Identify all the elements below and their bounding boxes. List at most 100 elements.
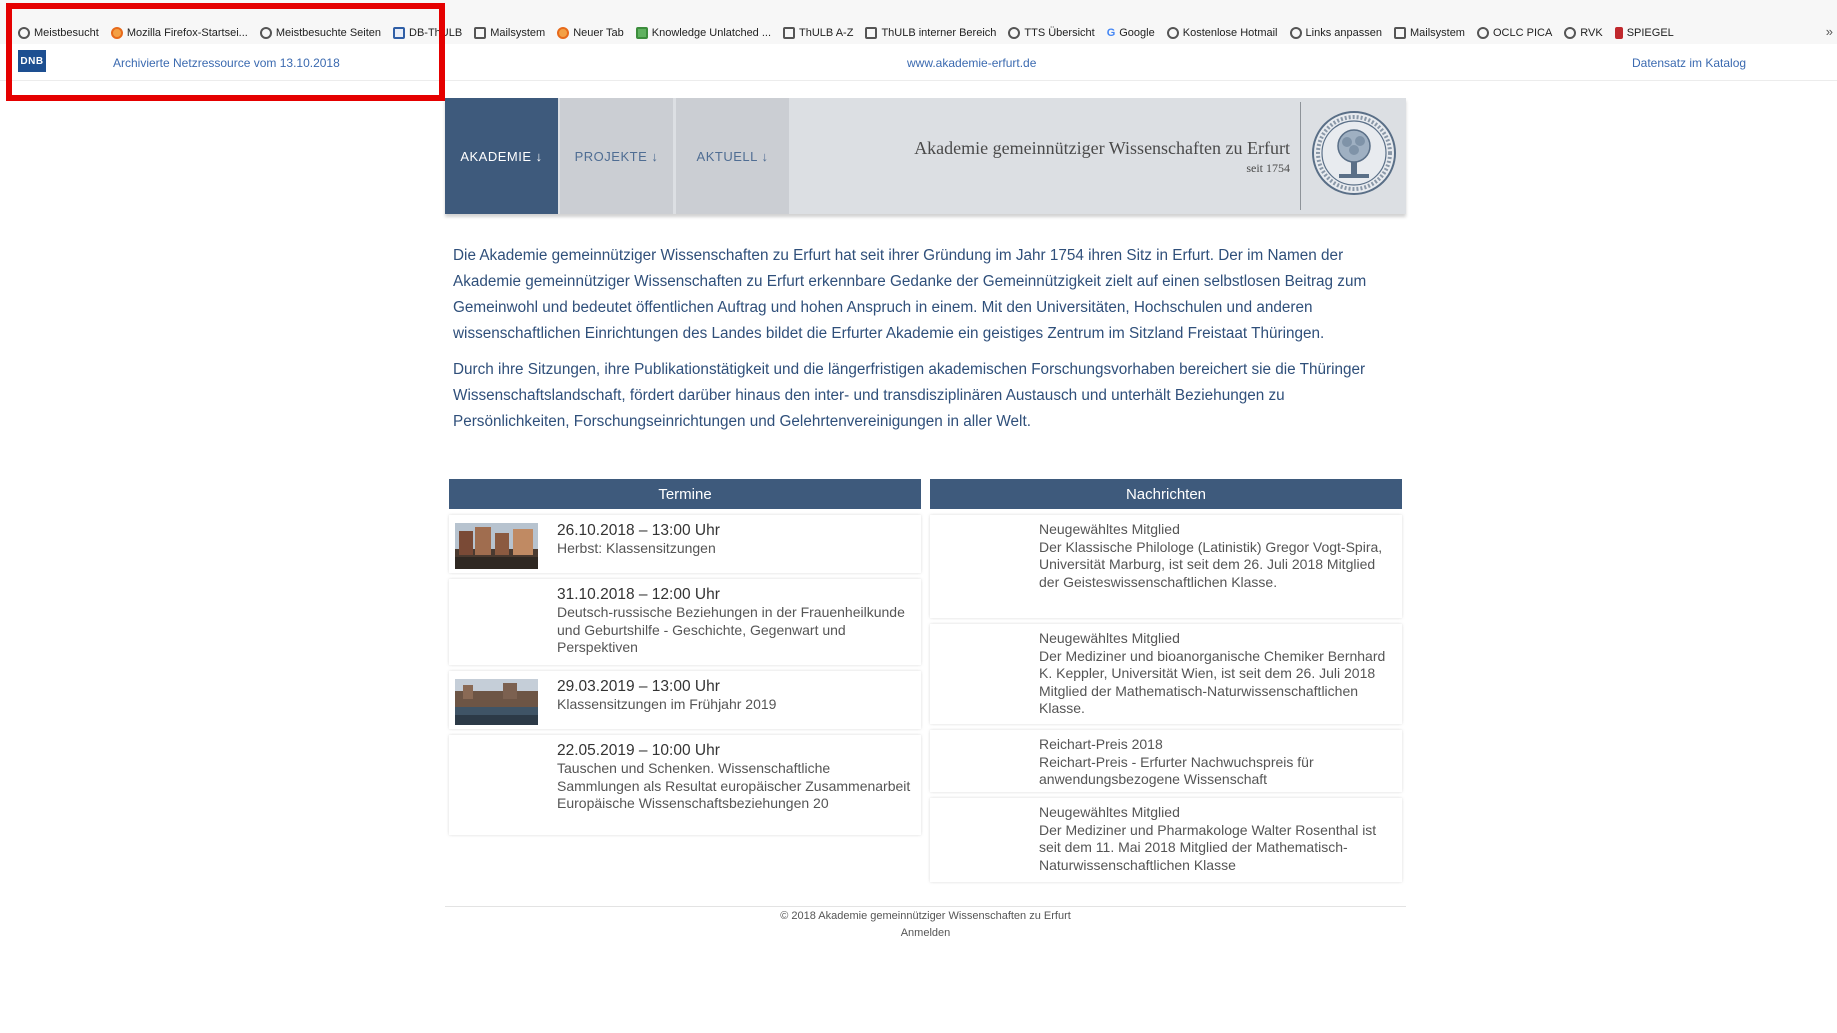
nachrichten-heading: Nachrichten: [930, 479, 1402, 509]
nav-tab-projekte[interactable]: PROJEKTE ↓: [560, 98, 673, 214]
event-text: 26.10.2018 – 13:00 Uhr Herbst: Klassensi…: [557, 515, 921, 562]
academy-seal-icon[interactable]: [1311, 110, 1397, 196]
bookmark-label: DB-ThULB: [409, 27, 463, 39]
bookmark-item[interactable]: SPIEGEL: [1614, 27, 1674, 39]
bookmark-item[interactable]: Mailsystem: [1393, 27, 1465, 39]
bookmark-label: OCLC PICA: [1492, 27, 1553, 39]
archived-resource-link[interactable]: Archivierte Netzressource vom 13.10.2018: [113, 56, 340, 70]
site-title-block: Akademie gemeinnütziger Wissenschaften z…: [914, 138, 1290, 176]
event-date: 31.10.2018 – 12:00 Uhr: [557, 586, 720, 603]
news-title: Neugewähltes Mitglied: [1039, 521, 1180, 537]
news-title: Reichart-Preis 2018: [1039, 736, 1163, 752]
bookmarks-overflow-chevron-icon[interactable]: »: [1826, 24, 1833, 39]
bookmark-item[interactable]: Mozilla Firefox-Startsei...: [110, 27, 248, 39]
bookmark-label: Kostenlose Hotmail: [1182, 27, 1278, 39]
event-thumbnail: [455, 523, 538, 569]
library-icon: [783, 27, 796, 39]
bookmarks-list: Meistbesucht Mozilla Firefox-Startsei...…: [18, 24, 1674, 42]
footer-copyright: © 2018 Akademie gemeinnütziger Wissensch…: [780, 910, 1071, 922]
bookmark-label: TTS Übersicht: [1024, 27, 1095, 39]
bookmark-item[interactable]: Mailsystem: [474, 27, 545, 39]
site-founded: seit 1754: [1246, 161, 1290, 175]
site-header: AKADEMIE ↓ PROJEKTE ↓ AKTUELL ↓ Akademie…: [445, 98, 1406, 214]
bookmark-label: SPIEGEL: [1626, 27, 1674, 39]
event-date: 22.05.2019 – 10:00 Uhr: [557, 742, 720, 759]
mail-icon: [1393, 27, 1406, 39]
event-text: 22.05.2019 – 10:00 Uhr Tauschen und Sche…: [557, 735, 921, 817]
event-thumbnail: [455, 679, 538, 725]
header-divider: [1300, 102, 1301, 210]
event-text: 31.10.2018 – 12:00 Uhr Deutsch-russische…: [557, 579, 921, 661]
termine-column: Termine 26.10.2018 – 13:00 Uhr Herbst: K…: [449, 479, 921, 835]
news-title: Neugewähltes Mitglied: [1039, 630, 1180, 646]
event-date: 29.03.2019 – 13:00 Uhr: [557, 678, 720, 695]
globe-icon: [1166, 27, 1179, 39]
nachrichten-column: Nachrichten Neugewähltes Mitglied Der Kl…: [930, 479, 1402, 882]
event-item[interactable]: 22.05.2019 – 10:00 Uhr Tauschen und Sche…: [449, 735, 921, 835]
bookmark-item[interactable]: Kostenlose Hotmail: [1166, 27, 1278, 39]
news-text: Reichart-Preis 2018 Reichart-Preis - Erf…: [1039, 730, 1402, 793]
nav-tab-aktuell[interactable]: AKTUELL ↓: [676, 98, 789, 214]
bookmark-item[interactable]: Links anpassen: [1289, 27, 1382, 39]
event-description: Deutsch-russische Beziehungen in der Fra…: [557, 604, 905, 655]
bookmark-label: Meistbesuchte Seiten: [275, 27, 382, 39]
globe-icon: [1289, 27, 1302, 39]
news-item[interactable]: Neugewähltes Mitglied Der Klassische Phi…: [930, 515, 1402, 618]
bookmark-item[interactable]: G Google: [1107, 27, 1155, 39]
library-icon: [865, 27, 878, 39]
news-body: Der Klassische Philologe (Latinistik) Gr…: [1039, 538, 1383, 590]
bookmark-label: Mailsystem: [1409, 27, 1465, 39]
globe-icon: [1008, 27, 1021, 39]
archive-bar: DNB Archivierte Netzressource vom 13.10.…: [0, 44, 1837, 81]
dnb-logo[interactable]: DNB: [18, 50, 46, 72]
globe-icon: [1476, 27, 1489, 39]
event-date: 26.10.2018 – 13:00 Uhr: [557, 522, 720, 539]
news-text: Neugewähltes Mitglied Der Klassische Phi…: [1039, 515, 1402, 595]
bookmark-item[interactable]: DB-ThULB: [393, 27, 462, 39]
event-description: Herbst: Klassensitzungen: [557, 540, 716, 556]
news-text: Neugewähltes Mitglied Der Mediziner und …: [1039, 798, 1402, 878]
bookmark-item[interactable]: ThULB interner Bereich: [865, 27, 996, 39]
intro-paragraph: Durch ihre Sitzungen, ihre Publikationst…: [453, 361, 1366, 430]
bookmark-item[interactable]: Knowledge Unlatched ...: [635, 27, 772, 39]
mail-icon: [474, 27, 487, 39]
spiegel-icon: [1614, 27, 1623, 39]
intro-paragraph: Die Akademie gemeinnütziger Wissenschaft…: [453, 247, 1367, 342]
bookmark-item[interactable]: Meistbesucht: [18, 27, 99, 39]
bookmark-label: Links anpassen: [1305, 27, 1382, 39]
site-url-link[interactable]: www.akademie-erfurt.de: [907, 56, 1036, 70]
bookmark-item[interactable]: ThULB A-Z: [783, 27, 853, 39]
event-item[interactable]: 26.10.2018 – 13:00 Uhr Herbst: Klassensi…: [449, 515, 921, 573]
bookmark-label: RVK: [1580, 27, 1603, 39]
event-item[interactable]: 29.03.2019 – 13:00 Uhr Klassensitzungen …: [449, 671, 921, 729]
bookmark-item[interactable]: Meistbesuchte Seiten: [259, 27, 382, 39]
bookmark-item[interactable]: TTS Übersicht: [1008, 27, 1095, 39]
news-item[interactable]: Reichart-Preis 2018 Reichart-Preis - Erf…: [930, 730, 1402, 792]
bookmark-label: Meistbesucht: [34, 27, 99, 39]
site-title: Akademie gemeinnütziger Wissenschaften z…: [914, 138, 1290, 158]
bookmark-label: ThULB A-Z: [799, 27, 854, 39]
bookmark-label: Knowledge Unlatched ...: [651, 27, 772, 39]
news-body: Der Mediziner und Pharmakologe Walter Ro…: [1039, 821, 1377, 873]
bookmark-label: Mailsystem: [490, 27, 546, 39]
bookmark-item[interactable]: Neuer Tab: [557, 27, 624, 39]
news-item[interactable]: Neugewähltes Mitglied Der Mediziner und …: [930, 624, 1402, 724]
news-body: Reichart-Preis - Erfurter Nachwuchspreis…: [1039, 753, 1314, 788]
event-description: Klassensitzungen im Frühjahr 2019: [557, 696, 777, 712]
globe-icon: [1564, 27, 1577, 39]
event-description: Tauschen und Schenken. Wissenschaftliche…: [557, 760, 911, 811]
intro-text: Die Akademie gemeinnütziger Wissenschaft…: [453, 243, 1397, 445]
news-item[interactable]: Neugewähltes Mitglied Der Mediziner und …: [930, 798, 1402, 882]
termine-heading: Termine: [449, 479, 921, 509]
database-icon: [393, 27, 406, 39]
bookmark-item[interactable]: RVK: [1564, 27, 1603, 39]
event-item[interactable]: 31.10.2018 – 12:00 Uhr Deutsch-russische…: [449, 579, 921, 665]
bookmark-label: Mozilla Firefox-Startsei...: [126, 27, 248, 39]
catalog-record-link[interactable]: Datensatz im Katalog: [1632, 56, 1746, 70]
nav-tab-akademie[interactable]: AKADEMIE ↓: [445, 98, 558, 214]
footer-divider: [445, 906, 1406, 907]
bookmark-item[interactable]: OCLC PICA: [1476, 27, 1553, 39]
news-title: Neugewähltes Mitglied: [1039, 804, 1180, 820]
gear-icon: [18, 27, 30, 39]
login-link[interactable]: Anmelden: [445, 927, 1406, 939]
